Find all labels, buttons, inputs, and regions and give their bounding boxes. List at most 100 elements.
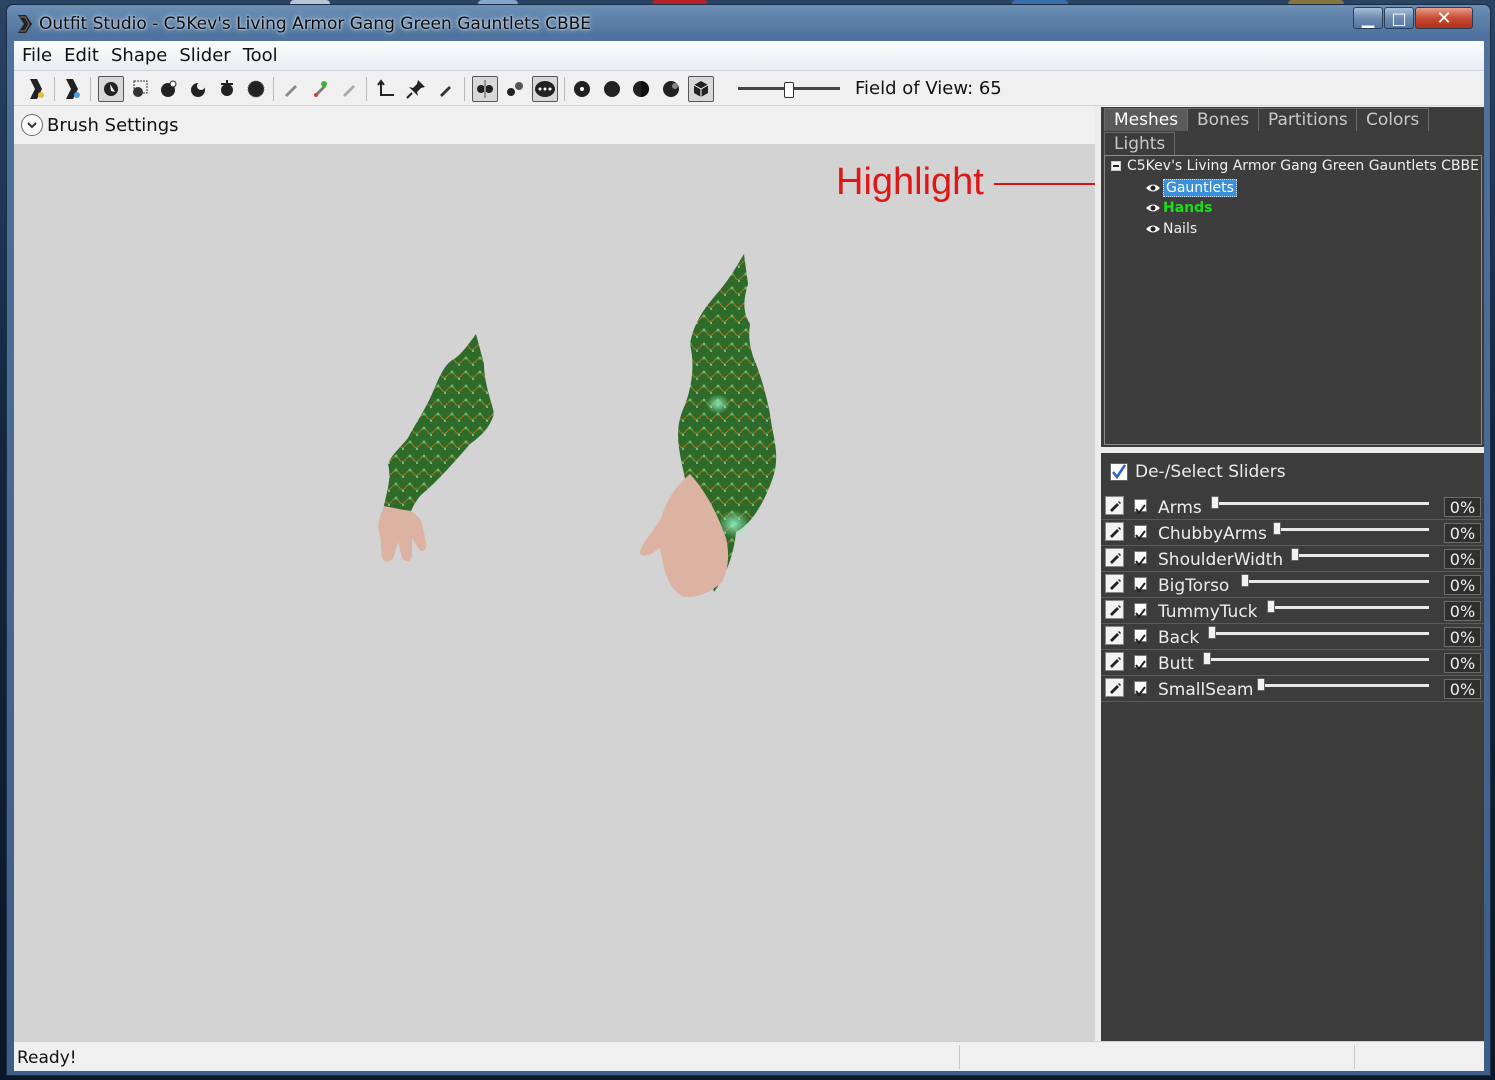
edit-slider-button[interactable] [1105,652,1124,671]
slider-thumb[interactable] [1203,652,1211,665]
menu-file[interactable]: File [16,41,58,71]
mesh-item-gauntlets[interactable]: Gauntlets [1145,179,1237,197]
slider-checkbox[interactable] [1134,577,1147,593]
slider-name: Back [1158,628,1200,648]
minimize-button[interactable]: ▁ [1353,7,1383,29]
slider-value[interactable]: 0% [1444,653,1481,673]
menu-tool[interactable]: Tool [237,41,284,71]
slider-track[interactable] [1291,554,1429,557]
close-button[interactable]: ✕ [1415,7,1473,29]
mask-brush-icon[interactable] [127,76,153,102]
tab-partitions[interactable]: Partitions [1258,108,1358,131]
select-brush-icon[interactable] [98,76,124,102]
inflate-brush-icon[interactable] [156,76,182,102]
eye-icon[interactable] [1145,202,1161,214]
eye-icon[interactable] [1145,182,1161,194]
tab-bones[interactable]: Bones [1187,108,1260,131]
slider-checkbox[interactable] [1134,551,1147,567]
alpha-brush-icon[interactable] [336,76,362,102]
slider-checkbox[interactable] [1134,681,1147,697]
menu-edit[interactable]: Edit [58,41,105,71]
menu-shape[interactable]: Shape [105,41,173,71]
menu-slider[interactable]: Slider [173,41,236,71]
slider-track[interactable] [1211,502,1429,505]
mask-view-icon[interactable] [688,76,714,102]
texture-view-icon[interactable] [658,76,684,102]
slider-thumb[interactable] [1267,600,1275,613]
slider-value[interactable]: 0% [1444,679,1481,699]
points-view-icon[interactable] [569,76,595,102]
mesh-tree-root[interactable]: C5Kev's Living Armor Gang Green Gauntlet… [1111,158,1479,174]
smooth-brush-icon[interactable] [243,76,269,102]
field-of-view-label: Field of View: 65 [855,78,1002,99]
connected-only-icon[interactable] [502,76,528,102]
edit-slider-button[interactable] [1105,548,1124,567]
collapse-icon[interactable] [1111,161,1121,171]
slider-track[interactable] [1273,528,1429,531]
slider-track[interactable] [1267,606,1429,609]
wireframe-view-icon[interactable] [599,76,625,102]
field-of-view-thumb[interactable] [784,82,794,98]
deflate-brush-icon[interactable] [185,76,211,102]
transform-icon[interactable] [373,76,399,102]
slider-thumb[interactable] [1211,496,1219,509]
mesh-label: Hands [1163,200,1213,216]
slider-thumb[interactable] [1257,678,1265,691]
edit-slider-button[interactable] [1105,496,1124,515]
slider-value[interactable]: 0% [1444,575,1481,595]
global-brush-icon[interactable] [532,76,558,102]
deselect-sliders-checkbox[interactable] [1110,463,1128,481]
brush-settings-label[interactable]: Brush Settings [47,115,179,136]
mesh-tree[interactable]: C5Kev's Living Armor Gang Green Gauntlet… [1104,155,1482,445]
edit-slider-button[interactable] [1105,574,1124,593]
slider-track[interactable] [1203,658,1429,661]
edit-slider-button[interactable] [1105,626,1124,645]
brush-settings-toggle[interactable] [21,114,43,136]
load-reference-icon[interactable] [24,76,50,102]
chevron-down-icon [27,122,37,129]
vertex-edit-icon[interactable] [433,76,459,102]
edit-slider-button[interactable] [1105,522,1124,541]
eye-icon[interactable] [1145,223,1161,235]
edit-slider-button[interactable] [1105,678,1124,697]
slider-thumb[interactable] [1241,574,1249,587]
slider-row: BigTorso 0% [1101,572,1484,598]
tab-lights[interactable]: Lights [1104,132,1176,155]
slider-value[interactable]: 0% [1444,549,1481,569]
slider-value[interactable]: 0% [1444,497,1481,517]
mesh-item-hands[interactable]: Hands [1145,200,1213,216]
tab-meshes[interactable]: Meshes [1104,108,1189,131]
toolbar-separator [90,77,91,101]
slider-checkbox[interactable] [1134,499,1147,515]
weight-brush-icon[interactable] [278,76,304,102]
tab-colors[interactable]: Colors [1356,108,1430,131]
lighting-view-icon[interactable] [628,76,654,102]
slider-checkbox[interactable] [1134,603,1147,619]
mesh-item-nails[interactable]: Nails [1145,221,1197,237]
slider-track[interactable] [1241,580,1429,583]
pivot-pin-icon[interactable] [403,76,429,102]
edit-slider-button[interactable] [1105,600,1124,619]
slider-thumb[interactable] [1208,626,1216,639]
load-outfit-icon[interactable] [60,76,86,102]
slider-thumb[interactable] [1291,548,1299,561]
slider-checkbox[interactable] [1134,629,1147,645]
slider-track[interactable] [1208,632,1429,635]
title-bar[interactable]: Outfit Studio - C5Kev's Living Armor Gan… [7,5,1490,43]
move-brush-icon[interactable] [214,76,240,102]
maximize-button[interactable]: □ [1384,7,1414,29]
slider-checkbox[interactable] [1134,655,1147,671]
slider-value[interactable]: 0% [1444,601,1481,621]
color-brush-icon[interactable] [307,76,333,102]
x-mirror-icon[interactable] [472,76,498,102]
slider-value[interactable]: 0% [1444,627,1481,647]
slider-value[interactable]: 0% [1444,523,1481,543]
slider-track[interactable] [1257,684,1429,687]
3d-viewport[interactable]: Highlight [14,144,1095,1041]
slider-checkbox[interactable] [1134,525,1147,541]
pencil-icon [1110,527,1121,538]
checkmark-icon [1135,530,1146,541]
field-of-view-slider[interactable] [738,82,840,98]
slider-thumb[interactable] [1273,522,1281,535]
right-gauntlet [640,254,777,598]
